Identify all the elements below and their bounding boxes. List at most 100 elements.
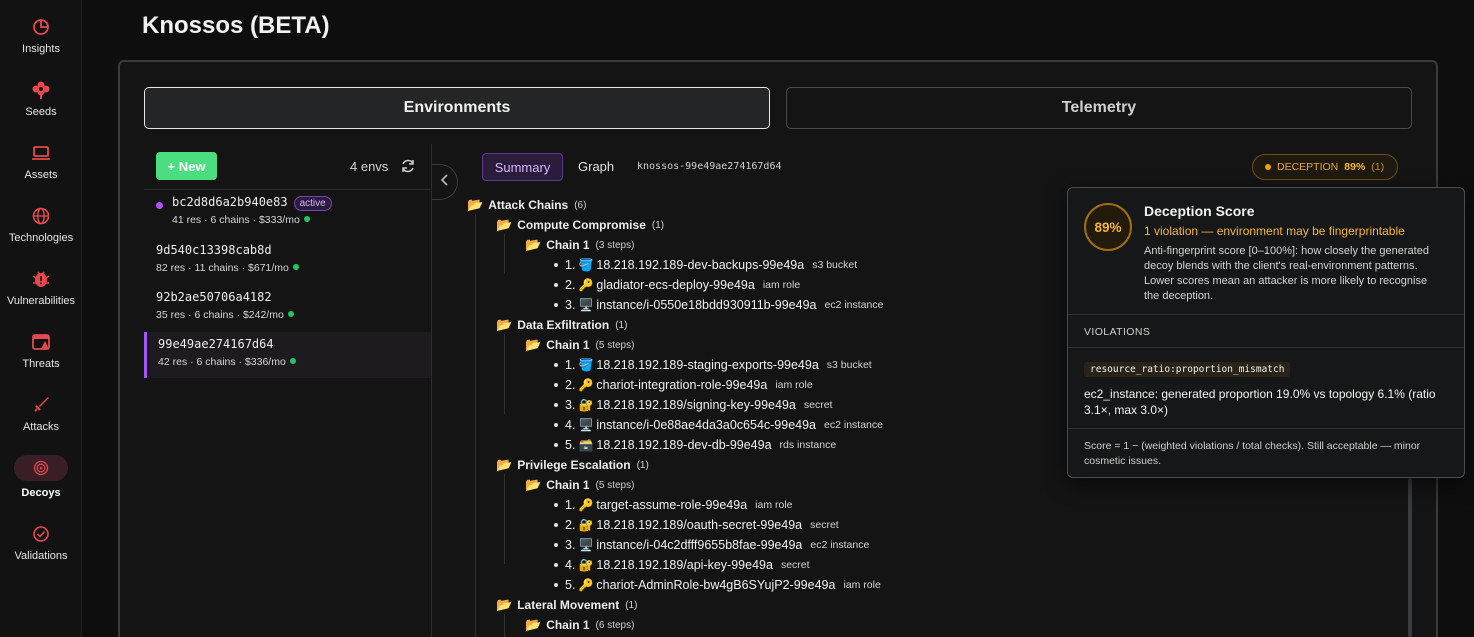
folder-icon: 📂	[525, 337, 542, 352]
tree-step[interactable]: 3. 🖥️ instance/i-0550e18bdd930911b-99e49a e…	[554, 296, 883, 314]
bug-icon	[30, 268, 52, 290]
env-meta: 41 res · 6 chains · $333/mo	[172, 214, 300, 226]
tree-count: (6 steps)	[595, 619, 635, 631]
resource-type: iam role	[775, 379, 813, 391]
tree-chain[interactable]: 📂 Chain 1 (5 steps)	[525, 336, 634, 354]
tree-label: Compute Compromise	[517, 218, 646, 232]
collapse-sidebar-button[interactable]	[432, 164, 458, 200]
s3-bucket-icon: 🪣	[578, 258, 594, 272]
env-list-item[interactable]: 9d540c13398cab8d 82 res · 11 chains · $6…	[144, 238, 432, 284]
nav-item-technologies[interactable]: Technologies	[0, 205, 82, 244]
violation-code: resource_ratio:proportion_mismatch	[1084, 362, 1291, 377]
env-list-item[interactable]: 92b2ae50706a4182 35 res · 6 chains · $24…	[144, 285, 432, 331]
app-root: Insights Seeds Assets Technologies Vulne…	[0, 0, 1474, 637]
new-env-button[interactable]: + New	[156, 152, 217, 180]
active-dot	[156, 202, 163, 209]
status-dot	[1265, 164, 1271, 170]
nav-label: Insights	[22, 43, 60, 55]
folder-icon: 📂	[467, 197, 484, 212]
env-list-item[interactable]: bc2d8d6a2b940e83 active 41 res · 6 chains…	[144, 190, 432, 236]
tree-chain[interactable]: 📂 Chain 1 (3 steps)	[525, 236, 634, 254]
tree-chain[interactable]: 📂 Chain 1 (5 steps)	[525, 476, 634, 494]
env-list-item-selected[interactable]: 99e49ae274167d64 42 res · 6 chains · $33…	[144, 332, 432, 378]
refresh-icon[interactable]	[400, 158, 416, 174]
step-number: 3.	[565, 398, 576, 412]
tree-count: (5 steps)	[595, 339, 635, 351]
tree-root[interactable]: 📂 Attack Chains (6)	[467, 196, 586, 214]
nav-item-decoys[interactable]: Decoys	[0, 455, 82, 499]
nav-item-seeds[interactable]: Seeds	[0, 79, 82, 118]
tree-step[interactable]: 5. 🔑 chariot-AdminRole-bw4gB6SYujP2-99e49a…	[554, 576, 881, 594]
lock-key-icon: 🔐	[578, 518, 594, 532]
deception-score-popover: 89% Deception Score 1 violation — enviro…	[1067, 187, 1465, 478]
nav-item-assets[interactable]: Assets	[0, 142, 82, 181]
folder-icon: 📂	[525, 617, 542, 632]
deception-score-pill[interactable]: DECEPTION 89% (1)	[1252, 154, 1398, 180]
resource-type: secret	[803, 399, 833, 411]
resource-type: iam role	[762, 279, 801, 291]
tab-environments[interactable]: Environments	[144, 87, 770, 129]
deception-count: (1)	[1371, 161, 1385, 173]
nav-label: Assets	[24, 169, 58, 181]
bullet	[554, 363, 558, 367]
step-number: 3.	[565, 298, 576, 312]
tree-step[interactable]: 4. 🖥️ instance/i-0e88ae4da3a0c654c-99e49a e…	[554, 416, 883, 434]
tree-count: (1)	[615, 319, 628, 331]
tree-step[interactable]: 4. 🔐 18.218.192.189/api-key-99e49a secret	[554, 556, 810, 574]
resource-type: secret	[780, 559, 810, 571]
tree-chain[interactable]: 📂 Chain 1 (6 steps)	[525, 616, 634, 634]
deception-value: 89%	[1344, 161, 1366, 173]
env-name: 92b2ae50706a4182	[156, 290, 272, 304]
tree-guide	[504, 614, 505, 637]
tree-step[interactable]: 3. 🔐 18.218.192.189/signing-key-99e49a secr…	[554, 396, 832, 414]
tree-step[interactable]: 3. 🖥️ instance/i-04c2dfff9655b8fae-99e49a e…	[554, 536, 869, 554]
tree-step[interactable]: 2. 🔐 18.218.192.189/oauth-secret-99e49a sec…	[554, 516, 839, 534]
tab-summary[interactable]: Summary	[482, 153, 563, 181]
tree-group[interactable]: 📂 Compute Compromise (1)	[496, 216, 664, 234]
tree-step[interactable]: 2. 🔑 chariot-integration-role-99e49a iam ro…	[554, 376, 813, 394]
computer-icon: 🖥️	[578, 538, 594, 552]
folder-icon: 📂	[525, 477, 542, 492]
tree-count: (1)	[636, 459, 649, 471]
tree-step[interactable]: 2. 🔑 gladiator-ecs-deploy-99e49a iam role	[554, 276, 800, 294]
tree-step[interactable]: 5. 🗃️ 18.218.192.189-dev-db-99e49a rds inst…	[554, 436, 836, 454]
folder-icon: 📂	[496, 457, 513, 472]
nav-item-attacks[interactable]: Attacks	[0, 394, 82, 433]
key-icon: 🔑	[578, 278, 594, 292]
tree-group[interactable]: 📂 Lateral Movement (1)	[496, 596, 637, 614]
scrollbar[interactable]	[1408, 478, 1412, 637]
pie-chart-icon	[30, 16, 52, 38]
bullet	[554, 303, 558, 307]
bullet	[554, 443, 558, 447]
resource-name: 18.218.192.189/oauth-secret-99e49a	[596, 518, 803, 532]
tree-group[interactable]: 📂 Data Exfiltration (1)	[496, 316, 627, 334]
resource-name: chariot-integration-role-99e49a	[596, 378, 768, 392]
nav-item-validations[interactable]: Validations	[0, 523, 82, 562]
nav-label: Vulnerabilities	[6, 295, 76, 307]
tree-label: Privilege Escalation	[517, 458, 631, 472]
env-count: 4 envs	[350, 159, 389, 174]
tree-label: Chain 1	[546, 478, 590, 492]
env-meta-wrap: 41 res · 6 chains · $333/mo	[172, 214, 310, 226]
bullet	[554, 383, 558, 387]
tree-group[interactable]: 📂 Privilege Escalation (1)	[496, 456, 649, 474]
step-number: 2.	[565, 518, 576, 532]
tree-count: (5 steps)	[595, 479, 635, 491]
tab-graph[interactable]: Graph	[578, 159, 614, 174]
flower-icon	[30, 79, 52, 101]
nav-label: Seeds	[25, 106, 57, 118]
bullet	[554, 403, 558, 407]
tree-step[interactable]: 1. 🪣 18.218.192.189-staging-exports-99e49a…	[554, 356, 872, 374]
step-number: 4.	[565, 418, 576, 432]
tree-step[interactable]: 1. 🪣 18.218.192.189-dev-backups-99e49a s3 b…	[554, 256, 857, 274]
nav-item-insights[interactable]: Insights	[0, 16, 82, 55]
env-meta: 35 res · 6 chains · $242/mo	[156, 309, 284, 321]
resource-name: 18.218.192.189-dev-backups-99e49a	[596, 258, 805, 272]
nav-item-vulnerabilities[interactable]: Vulnerabilities	[0, 268, 82, 307]
tab-telemetry[interactable]: Telemetry	[786, 87, 1412, 129]
violations-header: VIOLATIONS	[1084, 326, 1151, 338]
nav-item-threats[interactable]: Threats	[0, 331, 82, 370]
tree-guide	[504, 234, 505, 274]
tree-step[interactable]: 1. 🔑 target-assume-role-99e49a iam role	[554, 496, 793, 514]
database-icon: 🗃️	[578, 438, 594, 452]
